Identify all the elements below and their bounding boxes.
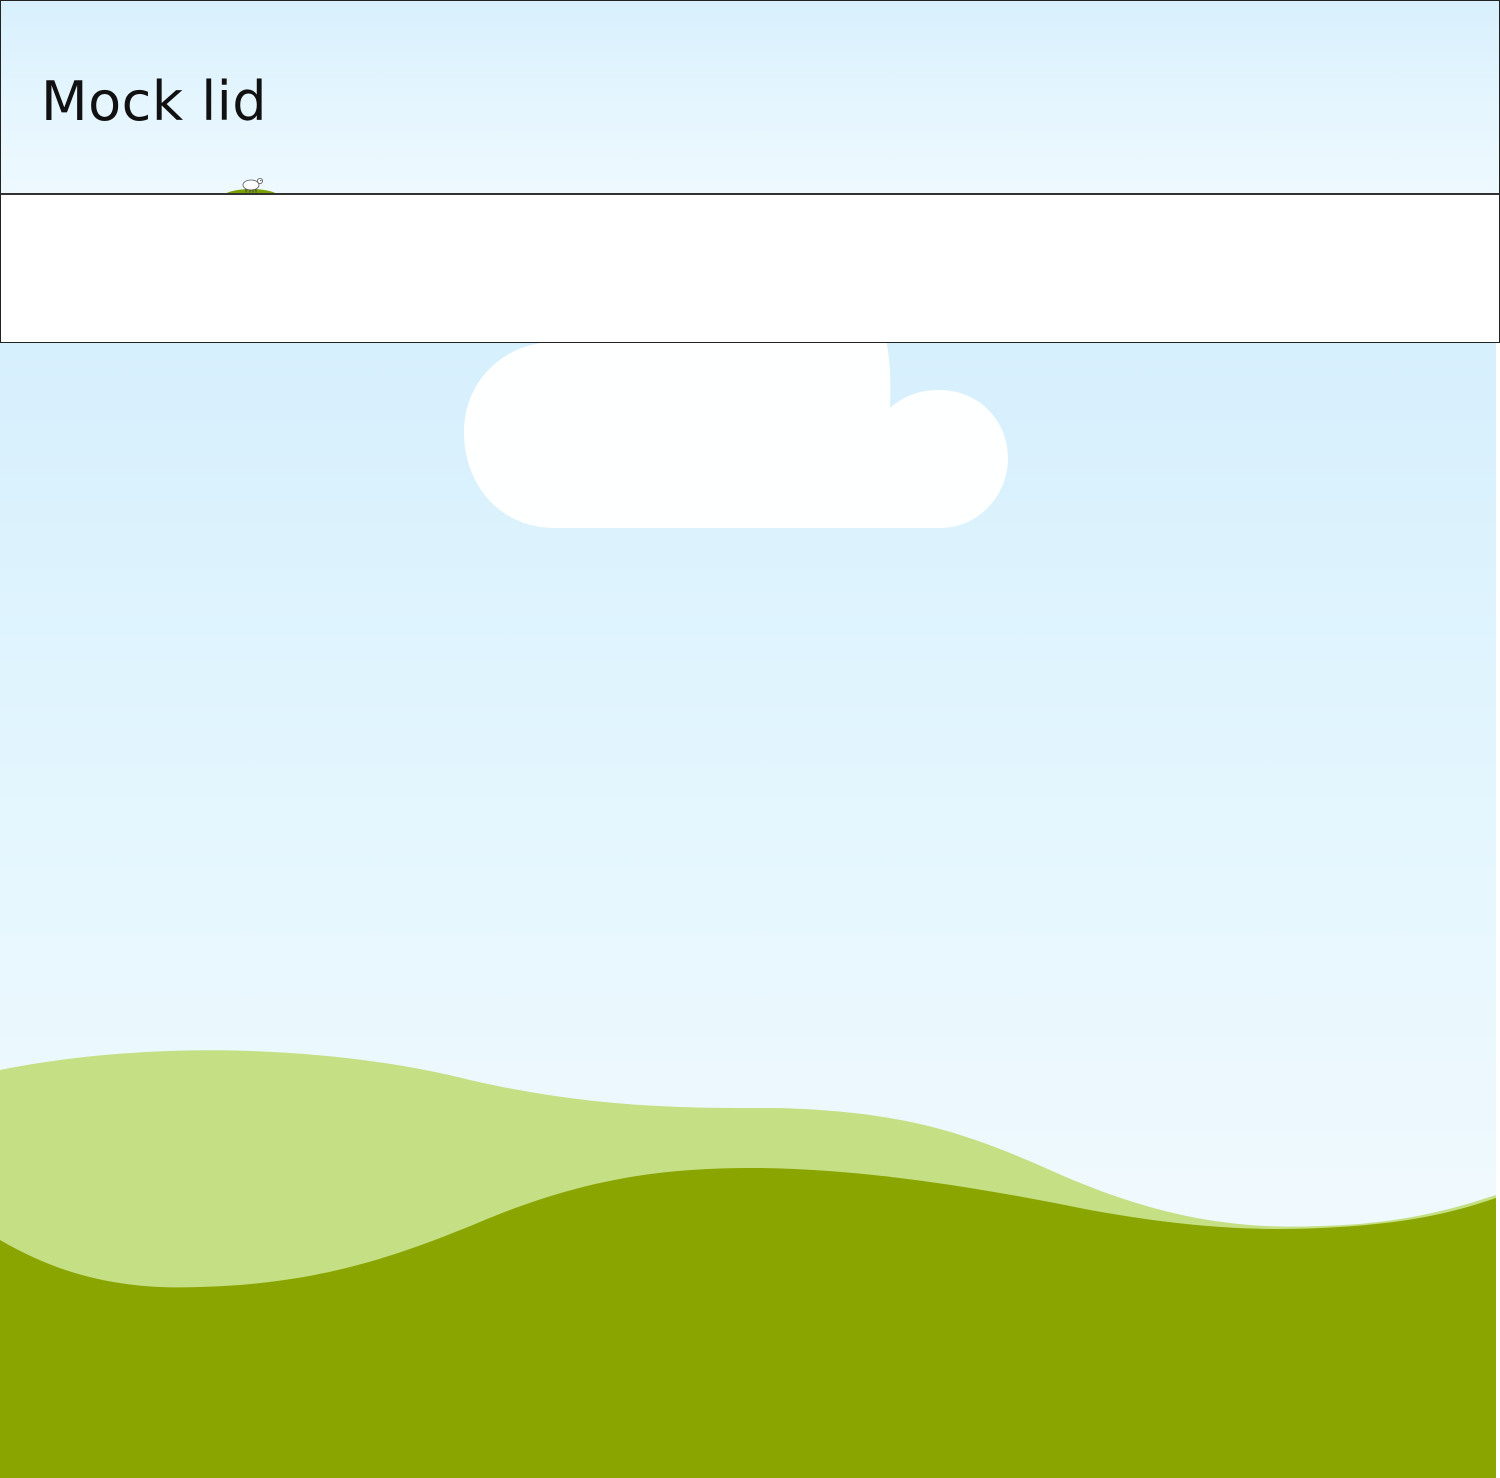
cloud-icon — [464, 312, 1008, 528]
mock-lid-banner: Mock lid — [0, 0, 1500, 195]
page: Mock lid — [0, 0, 1500, 1478]
lid-title: Mock lid — [41, 70, 268, 133]
sheep-icon — [242, 178, 263, 193]
content-panel — [0, 195, 1500, 343]
